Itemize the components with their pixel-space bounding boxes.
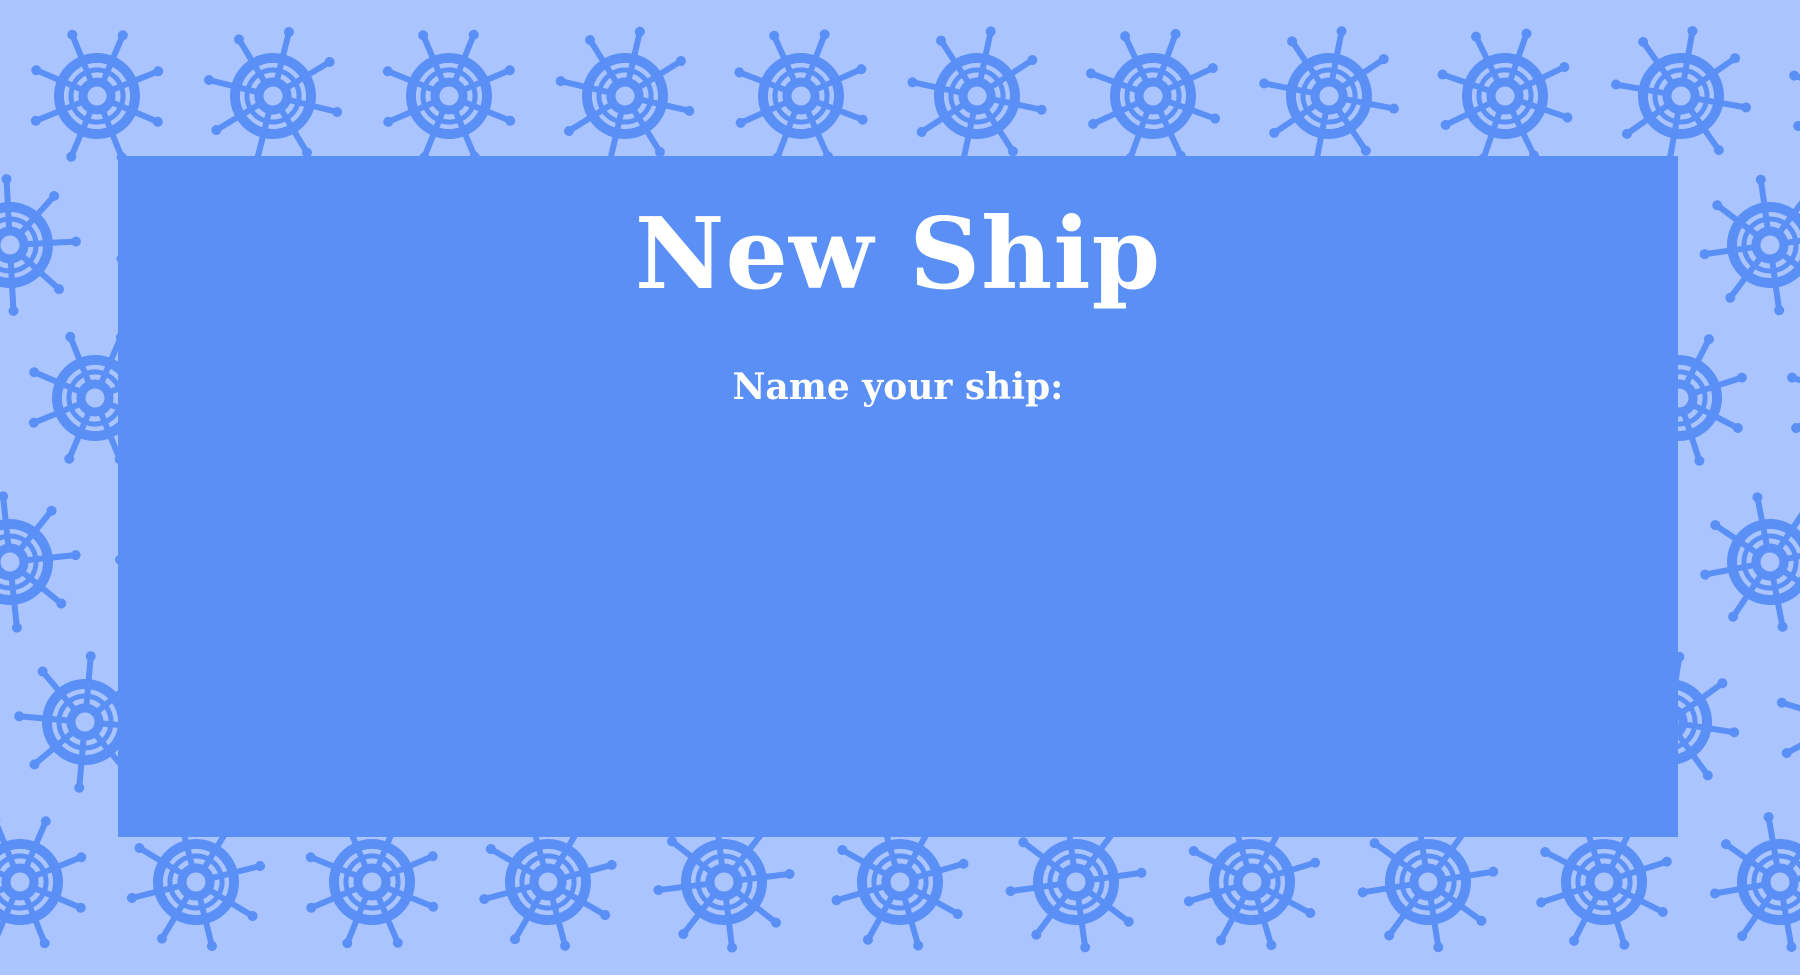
ship-wheel-icon [893, 12, 1061, 180]
ship-wheel-icon [0, 170, 85, 319]
page-title: New Ship [634, 197, 1162, 312]
new-ship-panel: New Ship Name your ship: [118, 156, 1678, 837]
ship-wheel-icon [1687, 479, 1800, 645]
ship-wheel-icon [0, 484, 88, 640]
ship-wheel-icon [0, 790, 112, 975]
ship-wheel-icon [1690, 165, 1800, 325]
ship-wheel-icon [1698, 800, 1800, 965]
ship-wheel-icon [1246, 13, 1412, 179]
ship-wheel-icon [1756, 633, 1800, 810]
ship-name-prompt: Name your ship: [732, 366, 1064, 408]
ship-wheel-icon [1599, 14, 1764, 179]
ship-wheel-icon [1768, 7, 1800, 186]
ship-wheel-icon [1766, 309, 1800, 488]
